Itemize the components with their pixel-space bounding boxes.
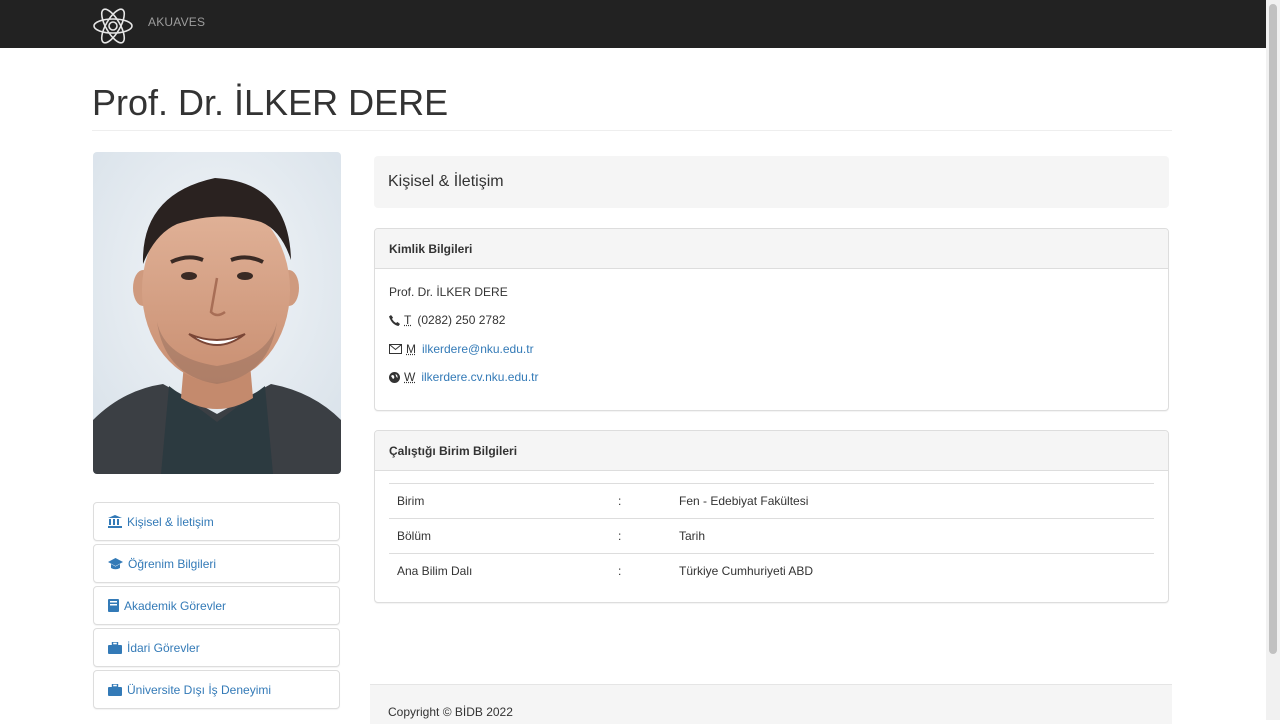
mail-abbr: M — [406, 342, 416, 356]
side-menu-item-personal[interactable]: Kişisel & İletişim — [93, 502, 340, 541]
website-link[interactable]: ilkerdere.cv.nku.edu.tr — [421, 370, 538, 384]
identity-panel-heading: Kimlik Bilgileri — [375, 229, 1168, 269]
identity-name: Prof. Dr. İLKER DERE — [389, 285, 508, 299]
unit-label: Ana Bilim Dalı — [389, 553, 610, 588]
briefcase-icon — [108, 683, 122, 696]
scrollbar-thumb[interactable] — [1269, 4, 1277, 654]
side-menu-label: Akademik Görevler — [124, 598, 227, 613]
page-scrollbar[interactable] — [1266, 0, 1280, 720]
identity-website-row: W ilkerdere.cv.nku.edu.tr — [389, 370, 539, 384]
phone-icon — [389, 314, 400, 326]
unit-panel: Çalıştığı Birim Bilgileri Birim : Fen - … — [374, 430, 1169, 603]
unit-table: Birim : Fen - Edebiyat Fakültesi Bölüm :… — [389, 483, 1154, 588]
unit-label: Bölüm — [389, 518, 610, 554]
unit-value: Tarih — [671, 518, 1154, 554]
side-menu-label: Üniversite Dışı İş Deneyimi — [127, 682, 272, 697]
table-row: Birim : Fen - Edebiyat Fakültesi — [389, 483, 1154, 519]
book-icon — [108, 599, 119, 612]
unit-panel-heading: Çalıştığı Birim Bilgileri — [375, 431, 1168, 471]
identity-email-row: M ilkerdere@nku.edu.tr — [389, 342, 534, 356]
top-navbar: AKUAVES — [0, 0, 1266, 48]
envelope-icon — [389, 344, 402, 354]
side-menu-label: İdari Görevler — [127, 640, 200, 655]
identity-phone-row: T (0282) 250 2782 — [389, 313, 505, 327]
unit-value: Türkiye Cumhuriyeti ABD — [671, 553, 1154, 588]
side-menu-item-administrative-duties[interactable]: İdari Görevler — [93, 628, 340, 667]
unit-value: Fen - Edebiyat Fakültesi — [671, 483, 1154, 519]
globe-icon — [389, 371, 400, 383]
phone-number: (0282) 250 2782 — [417, 313, 506, 327]
email-link[interactable]: ilkerdere@nku.edu.tr — [422, 342, 534, 356]
side-menu-item-academic-duties[interactable]: Akademik Görevler — [93, 586, 340, 625]
side-menu-item-education[interactable]: Öğrenim Bilgileri — [93, 544, 340, 583]
unit-separator: : — [610, 483, 671, 519]
copyright-text: Copyright © BİDB 2022 — [388, 705, 513, 719]
side-menu-item-external-experience[interactable]: Üniversite Dışı İş Deneyimi — [93, 670, 340, 709]
side-menu-label: Öğrenim Bilgileri — [128, 556, 217, 571]
briefcase-icon — [108, 641, 122, 654]
page-footer: Copyright © BİDB 2022 — [370, 684, 1172, 724]
unit-separator: : — [610, 518, 671, 554]
section-header: Kişisel & İletişim — [374, 156, 1169, 208]
navbar-brand-link[interactable]: AKUAVES — [148, 15, 205, 29]
web-abbr: W — [404, 370, 416, 384]
identity-name-text: Prof. Dr. İLKER DERE — [389, 285, 508, 299]
phone-abbr: T — [404, 313, 412, 327]
unit-separator: : — [610, 553, 671, 588]
graduation-cap-icon — [108, 557, 123, 569]
institution-icon — [108, 515, 122, 528]
title-divider — [92, 130, 1172, 131]
page-title: Prof. Dr. İLKER DERE — [92, 82, 449, 123]
atom-logo-icon[interactable] — [91, 4, 135, 48]
table-row: Ana Bilim Dalı : Türkiye Cumhuriyeti ABD — [389, 553, 1154, 588]
side-menu-label: Kişisel & İletişim — [127, 514, 214, 529]
table-row: Bölüm : Tarih — [389, 518, 1154, 554]
unit-label: Birim — [389, 483, 610, 519]
identity-panel: Kimlik Bilgileri Prof. Dr. İLKER DERE T … — [374, 228, 1169, 411]
profile-photo — [93, 152, 341, 474]
